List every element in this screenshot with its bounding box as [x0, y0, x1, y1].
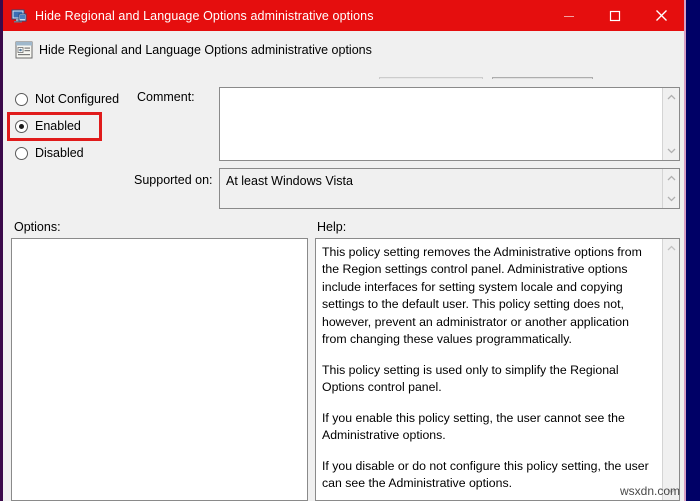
options-label: Options: — [14, 220, 61, 234]
window-border-right — [686, 0, 700, 501]
help-paragraph: If you enable this policy setting, the u… — [322, 410, 654, 445]
supported-on-scrollbar[interactable] — [662, 169, 679, 208]
window-title: Hide Regional and Language Options admin… — [35, 9, 546, 23]
help-text: This policy setting removes the Administ… — [316, 239, 662, 500]
setting-header: Hide Regional and Language Options admin… — [3, 31, 684, 79]
help-label: Help: — [317, 220, 346, 234]
comment-label: Comment: — [137, 90, 195, 104]
help-paragraph: This policy setting removes the Administ… — [322, 244, 654, 349]
radio-not-configured[interactable]: Not Configured — [15, 90, 119, 108]
setting-body: Not Configured Enabled Disabled Comment: — [3, 79, 684, 501]
help-paragraph: This policy setting is used only to simp… — [322, 362, 654, 397]
minimize-button[interactable] — [546, 0, 592, 31]
supported-on-textbox: At least Windows Vista — [219, 168, 680, 209]
radio-label-enabled: Enabled — [35, 119, 81, 133]
computer-monitor-icon — [11, 8, 27, 24]
supported-on-label: Supported on: — [134, 173, 213, 187]
radio-indicator-not-configured — [15, 93, 28, 106]
help-panel[interactable]: This policy setting removes the Administ… — [315, 238, 680, 501]
chevron-down-icon[interactable] — [663, 192, 680, 206]
radio-indicator-disabled — [15, 147, 28, 160]
comment-input[interactable] — [220, 88, 662, 160]
watermark: wsxdn.com — [620, 484, 680, 498]
comment-textbox[interactable] — [219, 87, 680, 161]
comment-scrollbar[interactable] — [662, 88, 679, 160]
supported-on-value: At least Windows Vista — [220, 169, 662, 208]
chevron-up-icon[interactable] — [663, 90, 680, 104]
radio-label-disabled: Disabled — [35, 146, 84, 160]
options-content[interactable] — [12, 239, 307, 500]
chevron-up-icon[interactable] — [663, 171, 680, 185]
radio-indicator-enabled — [15, 120, 28, 133]
help-paragraph: If you disable or do not configure this … — [322, 458, 654, 493]
help-scrollbar[interactable] — [662, 239, 679, 500]
options-panel[interactable] — [11, 238, 308, 501]
setting-title: Hide Regional and Language Options admin… — [39, 43, 372, 57]
radio-disabled[interactable]: Disabled — [15, 144, 84, 162]
chevron-down-icon[interactable] — [663, 144, 680, 158]
close-button[interactable] — [638, 0, 684, 31]
group-policy-setting-icon — [14, 40, 34, 60]
titlebar: Hide Regional and Language Options admin… — [3, 0, 684, 31]
window-border-left — [0, 0, 3, 501]
radio-label-not-configured: Not Configured — [35, 92, 119, 106]
chevron-up-icon[interactable] — [663, 241, 680, 255]
policy-setting-window: Hide Regional and Language Options admin… — [0, 0, 700, 501]
radio-enabled[interactable]: Enabled — [15, 117, 81, 135]
maximize-button[interactable] — [592, 0, 638, 31]
